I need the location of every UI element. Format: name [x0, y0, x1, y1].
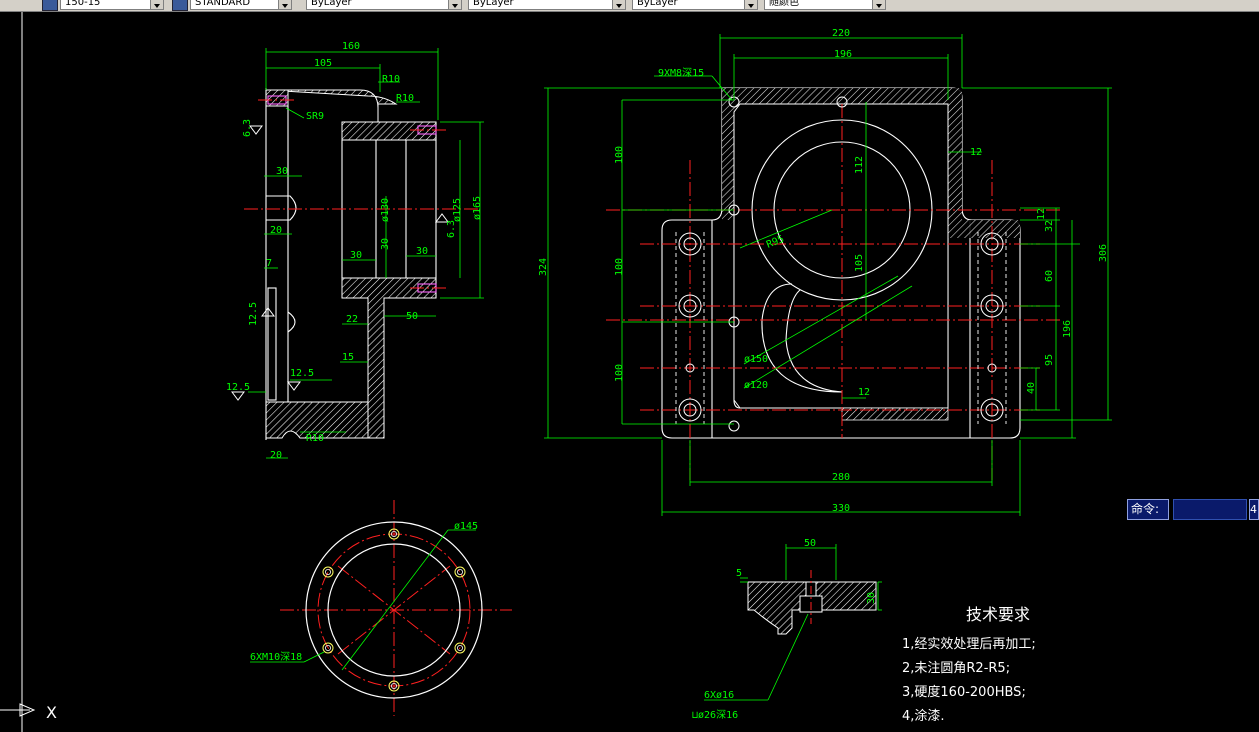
dim-60: 60 — [1044, 270, 1055, 282]
dim-r10-c: R10 — [306, 433, 324, 444]
dim-22: 22 — [346, 314, 358, 325]
lineweight-value: ByLayer — [637, 0, 678, 8]
linetype-combo[interactable]: ByLayer — [468, 0, 626, 10]
command-scroll[interactable]: 4 — [1249, 499, 1259, 520]
command-line[interactable]: 命令: 4 — [1127, 499, 1259, 520]
dim-100-a: 100 — [614, 146, 625, 164]
chevron-down-icon[interactable] — [448, 0, 461, 9]
dim-324: 324 — [538, 258, 549, 276]
dimstyle-value: 150-15 — [65, 0, 101, 8]
dim-30-a: 30 — [276, 166, 288, 177]
lineweight-combo[interactable]: ByLayer — [632, 0, 758, 10]
dim-12-a: 12 — [970, 147, 982, 158]
hole-note-9xm8: 9XM8深15 — [658, 67, 704, 79]
slot-mid — [287, 311, 296, 333]
flange-hole-note: 6XM10深18 — [250, 651, 302, 663]
dim-50: 50 — [406, 311, 418, 322]
dim-30-c: 30 — [350, 250, 362, 261]
dim-12-c: 12 — [1036, 208, 1047, 220]
dim-150: ø150 — [744, 354, 768, 365]
dim-40: 40 — [1026, 382, 1037, 394]
hatch-top-ring — [341, 121, 437, 141]
dim-196-v: 196 — [1062, 320, 1073, 338]
dim-165: ø165 — [472, 196, 483, 220]
dim-100-b: 100 — [614, 258, 625, 276]
dim-30-d: 30 — [416, 246, 428, 257]
layer-value: ByLayer — [311, 0, 352, 8]
dim-32: 32 — [1044, 220, 1055, 232]
tech-title: 技术要求 — [966, 605, 1030, 624]
dim-160: 160 — [342, 41, 360, 52]
dim-30-b: 30 — [380, 238, 391, 250]
dim-105: 105 — [314, 58, 332, 69]
chevron-down-icon[interactable] — [150, 0, 163, 9]
properties-toolbar: 150-15 STANDARD ByLayer ByLayer ByLayer … — [0, 0, 1259, 12]
dim-220: 220 — [832, 28, 850, 39]
drawing-canvas[interactable]: 160 105 R10 R10 SR9 6.3 30 20 7 12.5 12.… — [0, 12, 1259, 732]
dim-112: 112 — [854, 156, 865, 174]
slot-top — [266, 195, 297, 221]
layer-icon[interactable] — [42, 0, 58, 11]
dim-6-3-a: 6.3 — [242, 119, 253, 137]
tech-item-2: 2,未注圆角R2-R5; — [902, 661, 1010, 676]
dim-130: ø130 — [380, 198, 391, 222]
layer-combo[interactable]: ByLayer — [306, 0, 462, 10]
command-prompt-label: 命令: — [1127, 499, 1169, 520]
plan-view: 220 196 9XM8深15 100 112 12 324 100 R95 1… — [538, 28, 1112, 516]
command-input[interactable] — [1173, 499, 1247, 520]
textstyle-icon[interactable] — [172, 0, 188, 11]
flange-view: ø145 6XM10深18 — [250, 500, 512, 716]
dim-105: 105 — [854, 254, 865, 272]
tech-item-4: 4,涂漆. — [902, 708, 945, 724]
ucs-icon: X — [0, 703, 57, 722]
chevron-down-icon[interactable] — [744, 0, 757, 9]
chevron-down-icon[interactable] — [612, 0, 625, 9]
dim-12-5-c: 12.5 — [226, 382, 250, 393]
dim-r10-a: R10 — [382, 74, 400, 85]
dim-15: 15 — [342, 352, 354, 363]
detail-note-1: 6Xø16 — [704, 690, 734, 701]
dim-r10-b: R10 — [396, 93, 414, 104]
dim-120: ø120 — [744, 380, 768, 391]
tech-item-1: 1,经实效处理后再加工; — [902, 637, 1036, 652]
dim-7: 7 — [266, 258, 272, 269]
dim-sr9: SR9 — [306, 111, 324, 122]
textstyle-combo[interactable]: STANDARD — [190, 0, 292, 10]
plotstyle-combo[interactable]: 随颜色 — [764, 0, 886, 10]
tech-item-3: 3,硬度160-200HBS; — [902, 684, 1026, 700]
tech-notes: 技术要求 1,经实效处理后再加工; 2,未注圆角R2-R5; 3,硬度160-2… — [902, 605, 1036, 724]
detail-dim-50: 50 — [804, 538, 816, 549]
dim-95: 95 — [1044, 354, 1055, 366]
detail-note-2: ⊔ø26深16 — [692, 709, 738, 721]
detail-dim-5: 5 — [736, 568, 742, 579]
detail-dim-30: 30 — [866, 592, 877, 604]
chevron-down-icon[interactable] — [278, 0, 291, 9]
dim-330: 330 — [832, 503, 850, 514]
dimstyle-combo[interactable]: 150-15 — [60, 0, 164, 10]
detail-view: 50 5 30 6Xø16 ⊔ø26深16 — [692, 538, 882, 721]
dim-306: 306 — [1098, 244, 1109, 262]
plotstyle-value: 随颜色 — [769, 0, 799, 8]
dim-12-b: 12 — [858, 387, 870, 398]
section-view: 160 105 R10 R10 SR9 6.3 30 20 7 12.5 12.… — [226, 41, 484, 461]
dim-145: ø145 — [454, 521, 478, 532]
dim-6-3-b: 6.3 — [446, 220, 457, 238]
dim-20-a: 20 — [270, 225, 282, 236]
dim-20-b: 20 — [270, 450, 282, 461]
dim-125: ø125 — [452, 198, 463, 222]
dim-196: 196 — [834, 49, 852, 60]
chevron-down-icon[interactable] — [872, 0, 885, 9]
dim-100-c: 100 — [614, 364, 625, 382]
textstyle-value: STANDARD — [195, 0, 251, 8]
ucs-x-label: X — [46, 703, 57, 722]
dim-12-5-b: 12.5 — [290, 368, 314, 379]
rib-profile — [267, 287, 277, 401]
dim-12-5-a: 12.5 — [248, 302, 259, 326]
roughness-icon — [287, 381, 301, 391]
dim-280: 280 — [832, 472, 850, 483]
roughness-icon — [231, 391, 245, 401]
linetype-value: ByLayer — [473, 0, 514, 8]
